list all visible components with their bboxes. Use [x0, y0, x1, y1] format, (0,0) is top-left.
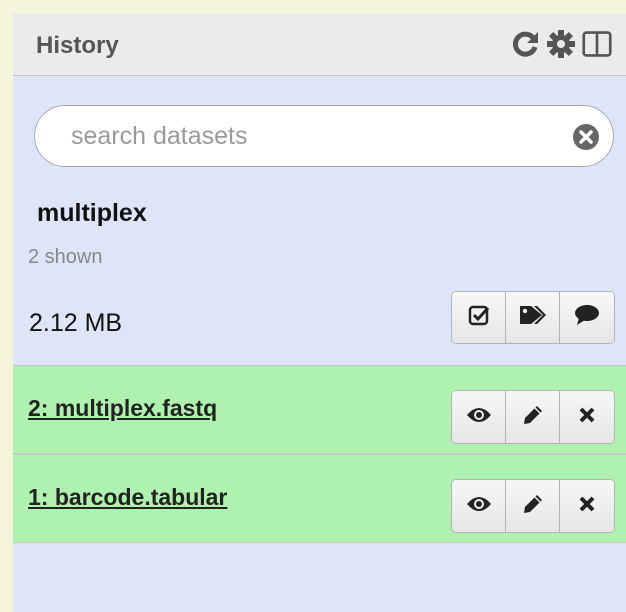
- view-dataset-button[interactable]: [452, 391, 506, 443]
- dataset-item: 1: barcode.tabular: [13, 454, 626, 543]
- tags-icon: [518, 304, 548, 331]
- clear-search-icon[interactable]: [571, 122, 601, 152]
- dataset-title[interactable]: 1: barcode.tabular: [28, 484, 227, 511]
- dataset-actions: [451, 390, 615, 444]
- close-icon: [578, 495, 596, 518]
- view-dataset-button[interactable]: [452, 480, 506, 532]
- dataset-actions: [451, 479, 615, 533]
- history-size: 2.12 MB: [29, 309, 123, 337]
- check-square-icon: [468, 304, 490, 331]
- header-icons: [510, 29, 612, 59]
- delete-dataset-button[interactable]: [560, 391, 614, 443]
- search-input[interactable]: [71, 120, 551, 152]
- shown-count: 2 shown: [28, 246, 103, 268]
- history-title: History: [36, 32, 119, 59]
- select-datasets-button[interactable]: [452, 292, 506, 343]
- close-icon: [578, 406, 596, 429]
- history-actions: [451, 291, 615, 344]
- comment-icon: [574, 304, 600, 331]
- annotation-button[interactable]: [560, 292, 614, 343]
- edit-dataset-button[interactable]: [506, 391, 560, 443]
- search-box: [34, 105, 614, 167]
- delete-dataset-button[interactable]: [560, 480, 614, 532]
- history-header: History: [13, 13, 626, 76]
- pencil-icon: [522, 404, 544, 431]
- pencil-icon: [522, 493, 544, 520]
- edit-dataset-button[interactable]: [506, 480, 560, 532]
- eye-icon: [466, 406, 492, 429]
- dataset-item: 2: multiplex.fastq: [13, 365, 626, 454]
- dataset-title[interactable]: 2: multiplex.fastq: [28, 395, 217, 422]
- gear-icon[interactable]: [546, 29, 576, 59]
- eye-icon: [466, 495, 492, 518]
- history-name[interactable]: multiplex: [37, 199, 147, 228]
- columns-icon[interactable]: [582, 29, 612, 59]
- tags-button[interactable]: [506, 292, 560, 343]
- refresh-icon[interactable]: [510, 29, 540, 59]
- history-panel: History search datasets multiplex 2 show…: [13, 13, 626, 612]
